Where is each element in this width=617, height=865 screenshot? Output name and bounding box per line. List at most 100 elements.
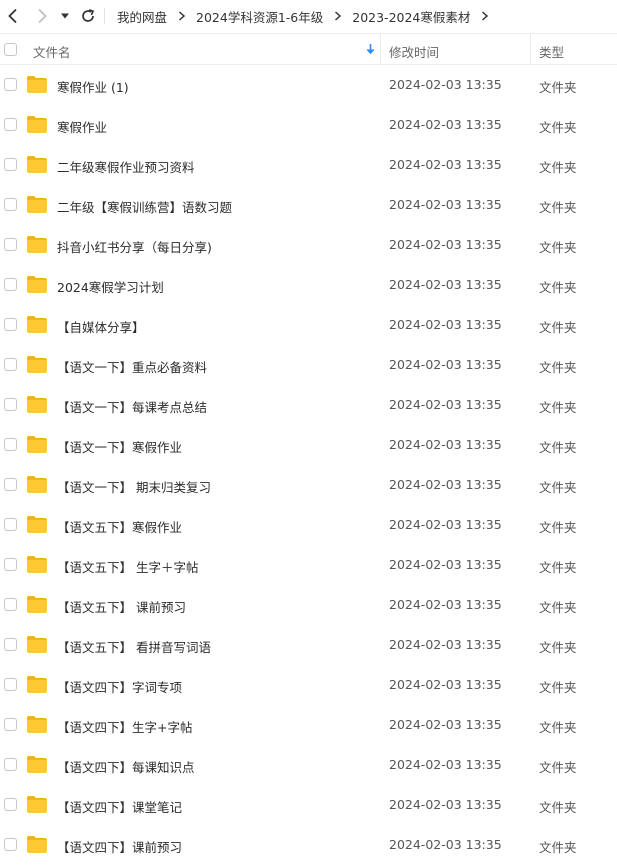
- row-checkbox[interactable]: [4, 118, 17, 131]
- file-row[interactable]: 【语文四下】课堂笔记 2024-02-03 13:35 文件夹: [0, 785, 617, 825]
- row-checkbox[interactable]: [4, 638, 17, 651]
- file-name: 【语文一下】 期末归类复习: [57, 480, 211, 495]
- folder-icon: [27, 636, 47, 653]
- file-row[interactable]: 【语文五下】 课前预习 2024-02-03 13:35 文件夹: [0, 585, 617, 625]
- chevron-left-icon: [8, 8, 17, 24]
- file-row[interactable]: 【语文一下】 期末归类复习 2024-02-03 13:35 文件夹: [0, 465, 617, 505]
- back-button[interactable]: [2, 5, 24, 27]
- file-row[interactable]: 【语文四下】课前预习 2024-02-03 13:35 文件夹: [0, 825, 617, 865]
- folder-icon: [27, 436, 47, 453]
- sort-down-arrow-icon[interactable]: [366, 43, 375, 58]
- file-type: 文件夹: [539, 480, 577, 495]
- file-modified-time: 2024-02-03 13:35: [389, 317, 502, 332]
- row-checkbox[interactable]: [4, 78, 17, 91]
- file-row[interactable]: 【语文一下】寒假作业 2024-02-03 13:35 文件夹: [0, 425, 617, 465]
- chevron-right-icon[interactable]: [481, 11, 489, 21]
- file-row[interactable]: 二年级寒假作业预习资料 2024-02-03 13:35 文件夹: [0, 145, 617, 185]
- file-row[interactable]: 【语文一下】重点必备资料 2024-02-03 13:35 文件夹: [0, 345, 617, 385]
- breadcrumb-item-subject-resources[interactable]: 2024学科资源1-6年级: [196, 7, 323, 26]
- file-row[interactable]: 【语文四下】生字+字帖 2024-02-03 13:35 文件夹: [0, 705, 617, 745]
- row-checkbox[interactable]: [4, 678, 17, 691]
- file-row[interactable]: 【语文五下】寒假作业 2024-02-03 13:35 文件夹: [0, 505, 617, 545]
- row-checkbox[interactable]: [4, 718, 17, 731]
- select-all-checkbox[interactable]: [4, 43, 17, 56]
- row-checkbox[interactable]: [4, 478, 17, 491]
- file-type: 文件夹: [539, 640, 577, 655]
- folder-icon: [27, 556, 47, 573]
- file-name: 【自媒体分享】: [57, 320, 145, 335]
- file-type: 文件夹: [539, 320, 577, 335]
- column-divider[interactable]: [380, 34, 381, 65]
- history-dropdown-button[interactable]: [55, 5, 75, 27]
- file-name: 【语文四下】字词专项: [57, 680, 183, 695]
- file-row[interactable]: 【语文五下】 看拼音写词语 2024-02-03 13:35 文件夹: [0, 625, 617, 665]
- row-checkbox[interactable]: [4, 598, 17, 611]
- file-modified-time: 2024-02-03 13:35: [389, 677, 502, 692]
- folder-icon: [27, 116, 47, 133]
- refresh-button[interactable]: [77, 5, 99, 27]
- folder-icon: [27, 396, 47, 413]
- file-row[interactable]: 抖音小红书分享（每日分享) 2024-02-03 13:35 文件夹: [0, 225, 617, 265]
- chevron-right-icon: [38, 8, 47, 24]
- file-type: 文件夹: [539, 80, 577, 95]
- file-type: 文件夹: [539, 400, 577, 415]
- file-row[interactable]: 寒假作业 (1) 2024-02-03 13:35 文件夹: [0, 65, 617, 105]
- folder-icon: [27, 316, 47, 333]
- file-row[interactable]: 【语文四下】字词专项 2024-02-03 13:35 文件夹: [0, 665, 617, 705]
- breadcrumb-item-my-drive[interactable]: 我的网盘: [117, 7, 167, 26]
- row-checkbox[interactable]: [4, 518, 17, 531]
- row-checkbox[interactable]: [4, 798, 17, 811]
- file-type: 文件夹: [539, 560, 577, 575]
- row-checkbox[interactable]: [4, 238, 17, 251]
- row-checkbox[interactable]: [4, 838, 17, 851]
- row-checkbox[interactable]: [4, 558, 17, 571]
- folder-icon: [27, 76, 47, 93]
- file-row[interactable]: 二年级【寒假训练营】语数习题 2024-02-03 13:35 文件夹: [0, 185, 617, 225]
- file-modified-time: 2024-02-03 13:35: [389, 77, 502, 92]
- row-checkbox[interactable]: [4, 318, 17, 331]
- row-checkbox[interactable]: [4, 158, 17, 171]
- file-row[interactable]: 【语文五下】 生字＋字帖 2024-02-03 13:35 文件夹: [0, 545, 617, 585]
- file-name: 寒假作业: [57, 120, 108, 135]
- folder-icon: [27, 596, 47, 613]
- file-name: 二年级寒假作业预习资料: [57, 160, 195, 175]
- file-type: 文件夹: [539, 840, 577, 855]
- breadcrumb: 我的网盘 2024学科资源1-6年级 2023-2024寒假素材: [117, 0, 499, 32]
- file-type: 文件夹: [539, 680, 577, 695]
- chevron-right-icon: [178, 11, 186, 21]
- column-header-type[interactable]: 类型: [539, 42, 564, 61]
- row-checkbox[interactable]: [4, 278, 17, 291]
- file-type: 文件夹: [539, 160, 577, 175]
- file-type: 文件夹: [539, 240, 577, 255]
- caret-down-icon: [61, 13, 69, 19]
- row-checkbox[interactable]: [4, 758, 17, 771]
- file-row[interactable]: 【自媒体分享】 2024-02-03 13:35 文件夹: [0, 305, 617, 345]
- column-header-name[interactable]: 文件名: [33, 42, 71, 61]
- file-type: 文件夹: [539, 440, 577, 455]
- folder-icon: [27, 476, 47, 493]
- file-row[interactable]: 【语文四下】每课知识点 2024-02-03 13:35 文件夹: [0, 745, 617, 785]
- file-modified-time: 2024-02-03 13:35: [389, 637, 502, 652]
- file-modified-time: 2024-02-03 13:35: [389, 717, 502, 732]
- folder-icon: [27, 236, 47, 253]
- row-checkbox[interactable]: [4, 198, 17, 211]
- file-row[interactable]: 寒假作业 2024-02-03 13:35 文件夹: [0, 105, 617, 145]
- file-row[interactable]: 2024寒假学习计划 2024-02-03 13:35 文件夹: [0, 265, 617, 305]
- file-row[interactable]: 【语文一下】每课考点总结 2024-02-03 13:35 文件夹: [0, 385, 617, 425]
- file-modified-time: 2024-02-03 13:35: [389, 797, 502, 812]
- file-modified-time: 2024-02-03 13:35: [389, 437, 502, 452]
- file-modified-time: 2024-02-03 13:35: [389, 157, 502, 172]
- row-checkbox[interactable]: [4, 438, 17, 451]
- folder-icon: [27, 276, 47, 293]
- column-divider[interactable]: [530, 34, 531, 65]
- file-type: 文件夹: [539, 280, 577, 295]
- breadcrumb-item-winter-materials[interactable]: 2023-2024寒假素材: [352, 7, 470, 26]
- row-checkbox[interactable]: [4, 398, 17, 411]
- folder-icon: [27, 756, 47, 773]
- folder-icon: [27, 196, 47, 213]
- file-type: 文件夹: [539, 600, 577, 615]
- file-list: 寒假作业 (1) 2024-02-03 13:35 文件夹 寒假作业 2024-…: [0, 65, 617, 865]
- row-checkbox[interactable]: [4, 358, 17, 371]
- forward-button[interactable]: [31, 5, 53, 27]
- column-header-modified[interactable]: 修改时间: [389, 42, 439, 61]
